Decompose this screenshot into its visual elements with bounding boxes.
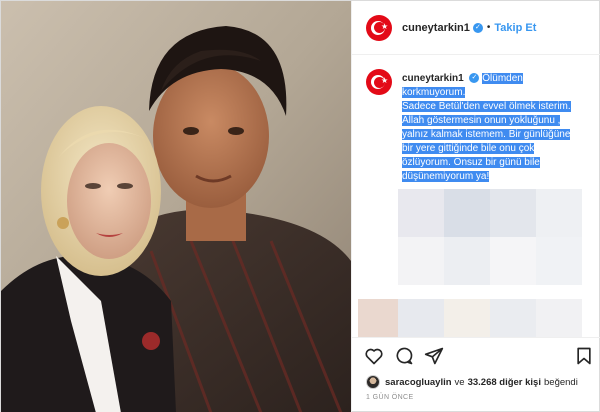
- caption-text: cuneytarkin1 ✓ Ölümden korkmuyorum. Sade…: [402, 72, 592, 184]
- verified-badge-icon: ✓: [472, 22, 483, 33]
- caption-username[interactable]: cuneytarkin1: [402, 73, 464, 84]
- instagram-post: ★ cuneytarkin1 ✓ • Takip Et ★ cuneytarki…: [0, 0, 600, 412]
- follow-button[interactable]: Takip Et: [494, 22, 536, 34]
- post-side-panel: ★ cuneytarkin1 ✓ • Takip Et ★ cuneytarki…: [351, 1, 600, 412]
- caption-line: yalnız kalmak istemem. Bir günlüğüne: [402, 129, 571, 140]
- liker-username[interactable]: saracogluaylin: [385, 377, 452, 388]
- action-bar: [352, 337, 600, 373]
- blurred-comments: [358, 189, 596, 339]
- turkish-flag-icon[interactable]: ★: [366, 14, 392, 41]
- comment-icon[interactable]: [394, 346, 414, 366]
- bookmark-icon[interactable]: [574, 346, 594, 366]
- likes-count[interactable]: 33.268 diğer kişi: [468, 377, 541, 388]
- liker-avatar[interactable]: [366, 375, 380, 389]
- couple-portrait-image: [1, 1, 351, 412]
- post-timestamp[interactable]: 1 gün önce: [366, 394, 414, 401]
- caption-line: Sadece Betül'den evvel ölmek isterim.: [402, 101, 571, 112]
- likes-suffix: beğendi: [544, 376, 578, 388]
- likes-row: saracogluaylin ve 33.268 diğer kişi beğe…: [366, 374, 598, 390]
- caption-line: korkmuyorum.: [402, 87, 466, 98]
- heart-icon[interactable]: [364, 346, 384, 366]
- likes-connector: ve: [454, 376, 465, 388]
- caption-line: bir yere gittiğinde bile onu çok: [402, 143, 535, 154]
- turkish-flag-icon[interactable]: ★: [366, 69, 392, 95]
- header-separator: •: [486, 22, 491, 33]
- post-header: ★ cuneytarkin1 ✓ • Takip Et: [352, 1, 600, 55]
- verified-badge-icon: ✓: [469, 73, 480, 84]
- post-photo[interactable]: [1, 1, 351, 412]
- caption-line: düşünemiyorum ya!: [402, 171, 490, 182]
- caption-line: Ölümden: [482, 73, 523, 84]
- header-username[interactable]: cuneytarkin1: [402, 22, 470, 34]
- caption-line: özlüyorum. Onsuz bir günü bile: [402, 157, 540, 168]
- share-icon[interactable]: [424, 346, 444, 366]
- caption-line: Allah göstermesin onun yokluğunu ,: [402, 115, 561, 126]
